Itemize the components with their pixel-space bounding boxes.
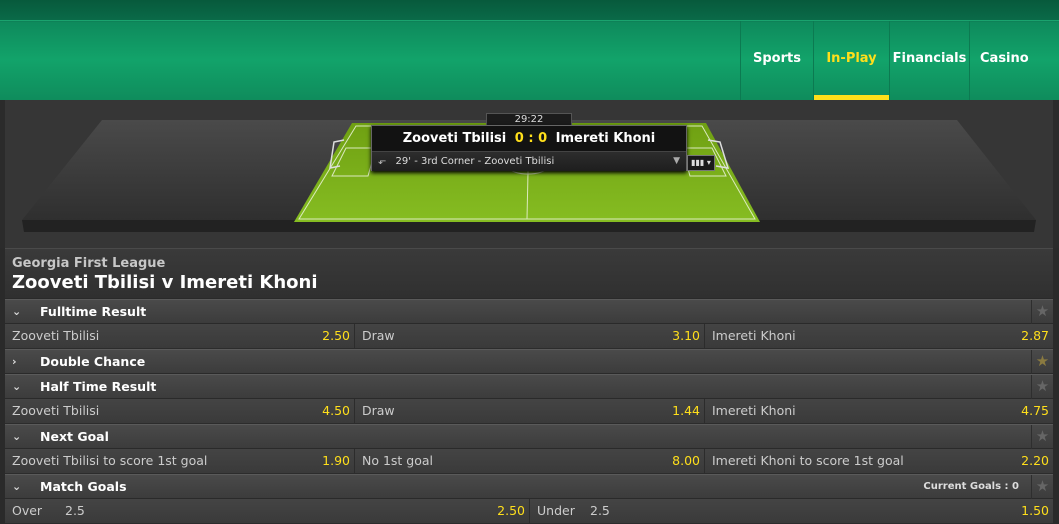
away-team-name: Imereti Khoni [555,131,656,146]
caret-down-icon[interactable]: ▼ [673,152,680,171]
selection-label: No 1st goal [362,453,434,468]
selection-label: Imereti Khoni [712,328,796,343]
selection-price: 3.10 [672,328,700,343]
selection-label: Imereti Khoni to score 1st goal [712,453,904,468]
chevron-right-icon: › [12,355,17,368]
league-name: Georgia First League [12,256,166,271]
market-name: Match Goals [40,479,127,494]
chevron-down-icon: ⌄ [12,480,22,493]
selection-label: Over [12,503,43,518]
home-score: 0 [514,131,524,146]
selection-price: 2.20 [1021,453,1049,468]
odds-cell-home[interactable]: Zooveti Tbilisi 2.50 [5,324,355,348]
left-strip [0,100,5,248]
selection-price: 1.90 [322,453,350,468]
odds-cell-home[interactable]: Zooveti Tbilisi 4.50 [5,399,355,423]
main-nav: Sports In-Play Financials Casino [740,21,1059,100]
odds-cell-away[interactable]: Imereti Khoni 2.87 [705,324,1053,348]
odds-cell-over[interactable]: Over 2.5 2.50 [5,499,530,523]
home-team-name: Zooveti Tbilisi [402,131,507,146]
odds-cell-no-goal[interactable]: No 1st goal 8.00 [355,449,705,473]
market-name: Fulltime Result [40,304,147,319]
selection-price: 4.75 [1021,403,1049,418]
odds-cell-away[interactable]: Imereti Khoni to score 1st goal 2.20 [705,449,1053,473]
markets-list: ⌄ Fulltime Result ★ Zooveti Tbilisi 2.50… [5,299,1053,524]
star-icon[interactable]: ★ [1031,375,1053,399]
selection-price: 2.50 [497,503,525,518]
nav-financials[interactable]: Financials [889,21,969,100]
selection-price: 2.87 [1021,328,1049,343]
event-ticker[interactable]: ⬐ 29' - 3rd Corner - Zooveti Tbilisi ▼ [372,151,686,171]
chevron-down-icon: ⌄ [12,430,22,443]
odds-cell-away[interactable]: Imereti Khoni 4.75 [705,399,1053,423]
star-icon[interactable]: ★ [1031,300,1053,324]
bar-chart-icon: ▮▮▮ [691,158,705,167]
corner-icon: ⬐ [378,156,387,167]
nav-sports[interactable]: Sports [740,21,813,100]
current-goals: Current Goals : 0 [923,481,1019,492]
site-header: Sports In-Play Financials Casino [0,0,1059,100]
market-header-next-goal[interactable]: ⌄ Next Goal ★ [5,424,1053,449]
chevron-down-icon: ⌄ [12,380,22,393]
market-header-fulltime[interactable]: ⌄ Fulltime Result ★ [5,299,1053,324]
selection-label: Draw [362,403,395,418]
event-text: 29' - 3rd Corner - Zooveti Tbilisi [395,156,555,167]
selection-price: 1.44 [672,403,700,418]
event-header: Georgia First League Zooveti Tbilisi v I… [5,248,1053,298]
star-icon[interactable]: ★ [1031,350,1053,374]
away-score: 0 [538,131,548,146]
selection-price: 4.50 [322,403,350,418]
selection-label: Zooveti Tbilisi to score 1st goal [12,453,208,468]
odds-row: Zooveti Tbilisi 4.50 Draw 1.44 Imereti K… [5,399,1053,424]
stats-toggle-button[interactable]: ▮▮▮ ▾ [687,155,715,171]
selection-price: 8.00 [672,453,700,468]
right-strip [1053,100,1059,248]
score-line: Zooveti Tbilisi 0 : 0 Imereti Khoni [372,126,686,151]
scoreboard: Zooveti Tbilisi 0 : 0 Imereti Khoni ⬐ 29… [371,125,687,171]
odds-row: Zooveti Tbilisi 2.50 Draw 3.10 Imereti K… [5,324,1053,349]
score: 0 : 0 [511,131,551,146]
score-separator: : [528,131,534,146]
chevron-down-icon: ⌄ [12,305,22,318]
odds-cell-draw[interactable]: Draw 3.10 [355,324,705,348]
match-visualisation: 29:22 Zooveti Tbilisi 0 : 0 Imereti Khon… [0,100,1059,248]
market-header-match-goals[interactable]: ⌄ Match Goals Current Goals : 0 ★ [5,474,1053,499]
market-name: Next Goal [40,429,109,444]
odds-cell-under[interactable]: Under 2.5 1.50 [530,499,1053,523]
market-header-half-time[interactable]: ⌄ Half Time Result ★ [5,374,1053,399]
header-top-bar [0,0,1059,21]
odds-cell-home[interactable]: Zooveti Tbilisi to score 1st goal 1.90 [5,449,355,473]
odds-cell-draw[interactable]: Draw 1.44 [355,399,705,423]
odds-row: Over 2.5 2.50 Under 2.5 1.50 [5,499,1053,524]
selection-label: Imereti Khoni [712,403,796,418]
star-icon[interactable]: ★ [1031,475,1053,499]
nav-in-play[interactable]: In-Play [813,21,889,100]
selection-label: Draw [362,328,395,343]
nav-casino[interactable]: Casino [969,21,1059,100]
selection-price: 2.50 [322,328,350,343]
odds-row: Zooveti Tbilisi to score 1st goal 1.90 N… [5,449,1053,474]
market-header-double-chance[interactable]: › Double Chance ★ [5,349,1053,374]
selection-line: 2.5 [590,503,610,518]
selection-price: 1.50 [1021,503,1049,518]
selection-label: Under [537,503,575,518]
selection-label: Zooveti Tbilisi [12,328,100,343]
market-name: Double Chance [40,354,146,369]
star-icon[interactable]: ★ [1031,425,1053,449]
selection-label: Zooveti Tbilisi [12,403,100,418]
market-name: Half Time Result [40,379,157,394]
selection-line: 2.5 [65,503,85,518]
chevron-down-icon: ▾ [706,158,711,167]
match-title: Zooveti Tbilisi v Imereti Khoni [12,272,318,293]
